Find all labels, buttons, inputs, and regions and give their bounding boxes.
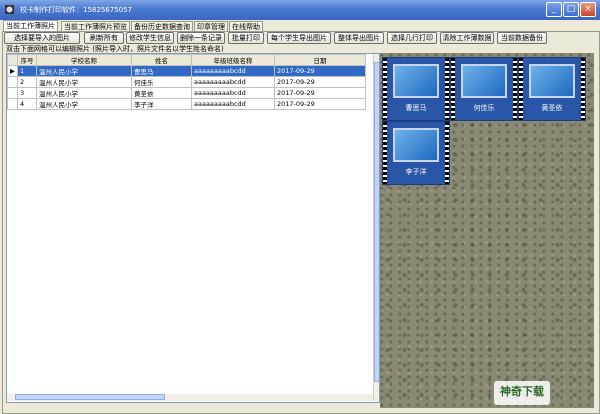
monitor-icon <box>461 64 507 98</box>
minimize-button[interactable]: _ <box>546 2 562 17</box>
cell-school[interactable]: 温州人民小学 <box>36 98 132 110</box>
cell-name[interactable]: 黄圣依 <box>131 87 192 99</box>
edit-student-button[interactable]: 修改学生信息 <box>126 32 174 44</box>
refresh-all-button[interactable]: 刷新所有 <box>84 32 124 44</box>
row-selector <box>7 98 18 110</box>
cell-name[interactable]: 李子洋 <box>131 98 192 110</box>
header-row: 序号 学校名称 姓名 年级班级名称 日期 <box>7 54 366 66</box>
monitor-icon <box>529 64 575 98</box>
col-class-header[interactable]: 年级班级名称 <box>191 54 275 66</box>
app-icon <box>5 5 14 14</box>
table-row[interactable]: ▶ 1 温州人民小学 曹思马 aaaaaaaaabcdd 2017-09-29 <box>7 65 366 77</box>
cell-no[interactable]: 1 <box>17 65 37 77</box>
photo-thumbnail[interactable]: 曹思马 <box>382 57 450 121</box>
cell-school[interactable]: 温州人民小学 <box>36 76 132 88</box>
col-date-header[interactable]: 日期 <box>274 54 366 66</box>
row-selector <box>7 76 18 88</box>
maximize-icon: □ <box>566 4 576 14</box>
cell-school[interactable]: 温州人民小学 <box>36 65 132 77</box>
cell-no[interactable]: 2 <box>17 76 37 88</box>
batch-print-button[interactable]: 批量打印 <box>228 32 264 44</box>
export-each-button[interactable]: 每个学生导出图片 <box>267 32 331 44</box>
cell-class[interactable]: aaaaaaaaabcdd <box>191 65 275 77</box>
horizontal-scrollbar[interactable] <box>7 394 373 401</box>
student-table: 序号 学校名称 姓名 年级班级名称 日期 ▶ 1 温州人民小学 曹思马 aaaa… <box>7 54 366 110</box>
watermark-logo: 神奇下载 <box>494 381 550 405</box>
title-bar: 校卡制作打印软件：15825675057 _ □ × <box>0 0 600 20</box>
row-indicator-header <box>7 54 18 66</box>
cell-date[interactable]: 2017-09-29 <box>274 65 366 77</box>
cell-date[interactable]: 2017-09-29 <box>274 76 366 88</box>
hscroll-thumb[interactable] <box>15 394 165 400</box>
photo-caption: 何佳乐 <box>473 104 495 112</box>
table-row[interactable]: 4 温州人民小学 李子洋 aaaaaaaaabcdd 2017-09-29 <box>7 98 366 110</box>
col-school-header[interactable]: 学校名称 <box>36 54 132 66</box>
import-images-button[interactable]: 选择要导入的图片 <box>4 32 80 44</box>
row-selector-icon: ▶ <box>7 65 18 77</box>
table-row[interactable]: 3 温州人民小学 黄圣依 aaaaaaaaabcdd 2017-09-29 <box>7 87 366 99</box>
close-button[interactable]: × <box>580 2 596 17</box>
photo-caption: 李子洋 <box>405 168 427 176</box>
photo-caption: 黄圣依 <box>541 104 563 112</box>
print-rows-button[interactable]: 选择几行打印 <box>387 32 437 44</box>
col-name-header[interactable]: 姓名 <box>131 54 192 66</box>
export-all-button[interactable]: 整体导出图片 <box>334 32 384 44</box>
cell-no[interactable]: 3 <box>17 87 37 99</box>
minimize-icon: _ <box>551 4 557 14</box>
photo-thumbnail[interactable]: 何佳乐 <box>450 57 518 121</box>
cell-class[interactable]: aaaaaaaaabcdd <box>191 76 275 88</box>
col-no-header[interactable]: 序号 <box>17 54 37 66</box>
cell-class[interactable]: aaaaaaaaabcdd <box>191 87 275 99</box>
cell-no[interactable]: 4 <box>17 98 37 110</box>
cell-name[interactable]: 曹思马 <box>131 65 192 77</box>
photo-preview-area: 曹思马 何佳乐 黄圣依 李子洋 <box>380 53 594 408</box>
student-grid[interactable]: 序号 学校名称 姓名 年级班级名称 日期 ▶ 1 温州人民小学 曹思马 aaaa… <box>6 53 380 403</box>
row-selector <box>7 87 18 99</box>
clear-workbook-button[interactable]: 清除工作薄数据 <box>440 32 494 44</box>
close-icon: × <box>584 4 592 14</box>
delete-record-button[interactable]: 删除一条记录 <box>177 32 225 44</box>
monitor-icon <box>393 64 439 98</box>
vertical-scrollbar[interactable] <box>373 54 379 401</box>
cell-date[interactable]: 2017-09-29 <box>274 87 366 99</box>
monitor-icon <box>393 128 439 162</box>
photo-thumbnail[interactable]: 黄圣依 <box>518 57 586 121</box>
cell-date[interactable]: 2017-09-29 <box>274 98 366 110</box>
photo-thumbnail[interactable]: 李子洋 <box>382 121 450 185</box>
table-row[interactable]: 2 温州人民小学 何佳乐 aaaaaaaaabcdd 2017-09-29 <box>7 76 366 88</box>
cell-class[interactable]: aaaaaaaaabcdd <box>191 98 275 110</box>
photo-caption: 曹思马 <box>405 104 427 112</box>
window-title: 校卡制作打印软件：15825675057 <box>20 6 132 14</box>
maximize-button[interactable]: □ <box>563 2 579 17</box>
backup-data-button[interactable]: 当前数据备份 <box>497 32 547 44</box>
cell-school[interactable]: 温州人民小学 <box>36 87 132 99</box>
cell-name[interactable]: 何佳乐 <box>131 76 192 88</box>
